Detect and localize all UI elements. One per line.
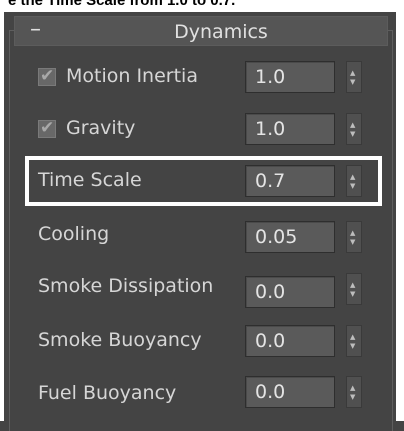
spinner-down-icon[interactable]: ▼ [350, 239, 355, 246]
param-row-gravity: ✔ Gravity 1.0 ▲ ▼ [0, 104, 404, 154]
param-label: Smoke Dissipation [38, 275, 214, 297]
param-label: Fuel Buoyancy [38, 382, 177, 404]
field-value: 0.0 [255, 330, 286, 352]
highlight-box [25, 156, 382, 206]
check-icon: ✔ [40, 66, 55, 86]
spinner-down-icon[interactable]: ▼ [350, 394, 355, 401]
motion-inertia-checkbox[interactable]: ✔ [38, 66, 56, 86]
fuel-buoyancy-field[interactable]: 0.0 [245, 376, 335, 408]
field-value: 0.05 [255, 226, 298, 248]
spinner-down-icon[interactable]: ▼ [350, 343, 355, 350]
rollout-header-dynamics[interactable]: – Dynamics [14, 16, 388, 46]
spinner-up-icon[interactable]: ▲ [350, 122, 355, 129]
param-row-fuel-buoyancy: Fuel Buoyancy 0.0 ▲ ▼ [0, 368, 404, 418]
smoke-dissipation-spinner[interactable]: ▲ ▼ [346, 273, 362, 305]
spinner-up-icon[interactable]: ▲ [350, 334, 355, 341]
smoke-dissipation-field[interactable]: 0.0 [245, 276, 335, 308]
gravity-spinner[interactable]: ▲ ▼ [346, 113, 362, 145]
field-value: 0.0 [255, 281, 286, 303]
cooling-field[interactable]: 0.05 [245, 221, 335, 253]
fuel-buoyancy-spinner[interactable]: ▲ ▼ [346, 376, 362, 408]
gravity-field[interactable]: 1.0 [245, 113, 335, 145]
field-value: 1.0 [255, 118, 286, 140]
spinner-up-icon[interactable]: ▲ [350, 70, 355, 77]
spinner-up-icon[interactable]: ▲ [350, 230, 355, 237]
field-value: 0.0 [255, 381, 286, 403]
param-row-smoke-buoyancy: Smoke Buoyancy 0.0 ▲ ▼ [0, 316, 404, 366]
field-value: 1.0 [255, 66, 286, 88]
param-row-motion-inertia: ✔ Motion Inertia 1.0 ▲ ▼ [0, 52, 404, 102]
spinner-down-icon[interactable]: ▼ [350, 291, 355, 298]
spinner-up-icon[interactable]: ▲ [350, 385, 355, 392]
spinner-down-icon[interactable]: ▼ [350, 79, 355, 86]
param-label: Smoke Buoyancy [38, 329, 202, 351]
smoke-buoyancy-field[interactable]: 0.0 [245, 325, 335, 357]
smoke-buoyancy-spinner[interactable]: ▲ ▼ [346, 325, 362, 357]
param-label: Motion Inertia [66, 65, 198, 87]
motion-inertia-spinner[interactable]: ▲ ▼ [346, 61, 362, 93]
spinner-up-icon[interactable]: ▲ [350, 282, 355, 289]
caption-strip: e the Time Scale from 1.0 to 0.7. [0, 0, 404, 12]
rollout-title: Dynamics [174, 21, 268, 43]
spinner-down-icon[interactable]: ▼ [350, 131, 355, 138]
param-row-smoke-dissipation: Smoke Dissipation 0.0 ▲ ▼ [0, 264, 404, 314]
param-label: Cooling [38, 223, 110, 245]
gravity-checkbox[interactable]: ✔ [38, 118, 56, 138]
motion-inertia-field[interactable]: 1.0 [245, 61, 335, 93]
param-label: Gravity [66, 117, 136, 139]
param-row-cooling: Cooling 0.05 ▲ ▼ [0, 212, 404, 262]
check-icon: ✔ [40, 118, 55, 138]
caption-text: e the Time Scale from 1.0 to 0.7. [8, 0, 236, 9]
cooling-spinner[interactable]: ▲ ▼ [346, 221, 362, 253]
